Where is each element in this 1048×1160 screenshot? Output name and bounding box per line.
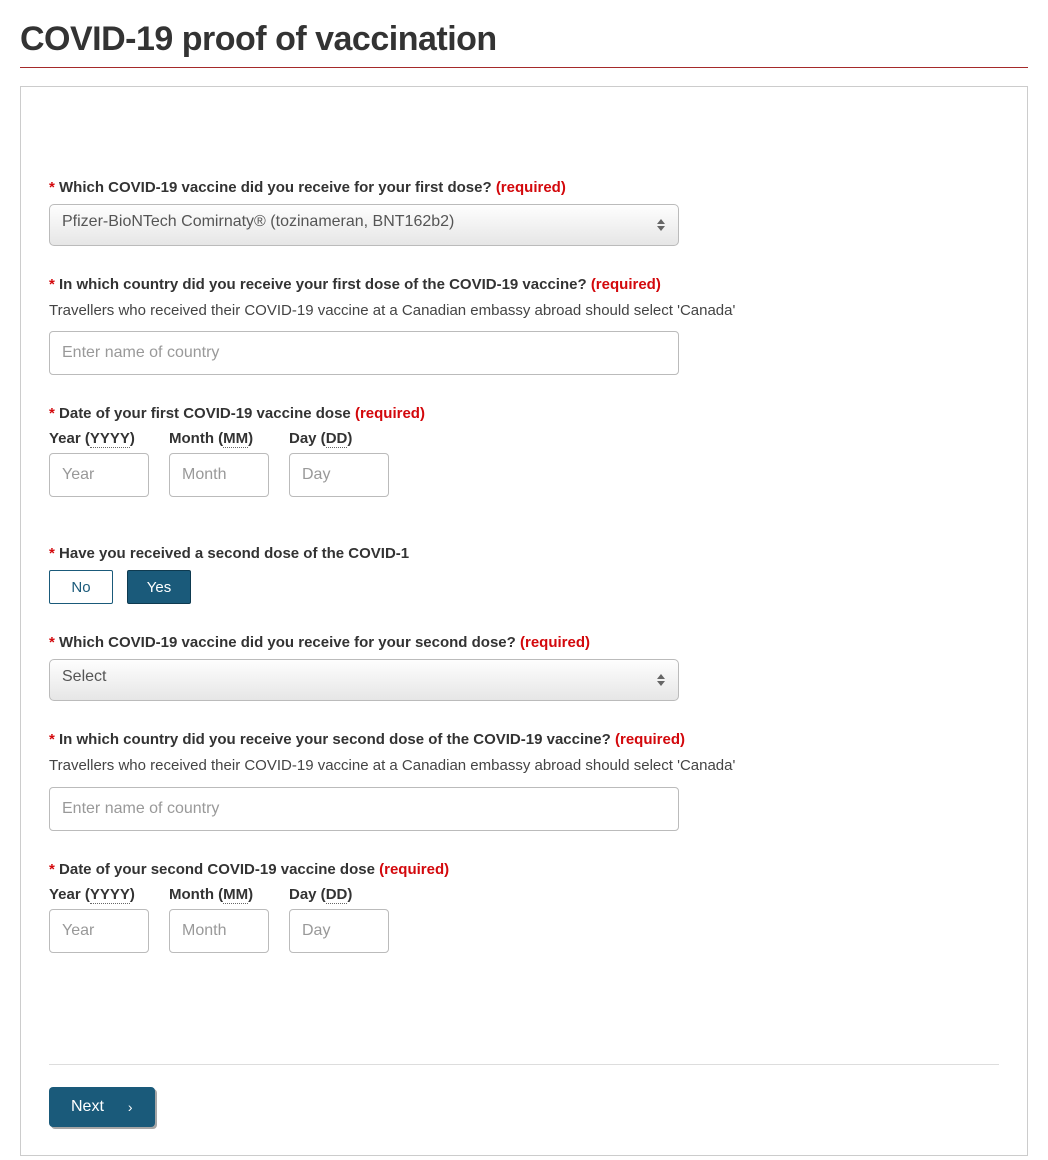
label-text: Date of your first COVID-19 vaccine dose: [59, 405, 351, 422]
dose1-country-label: * In which country did you receive your …: [49, 274, 999, 295]
dose2-yes-button[interactable]: Yes: [127, 570, 191, 604]
dose2-country-group: * In which country did you receive your …: [49, 729, 999, 830]
dose2-has-buttons: No Yes: [49, 570, 999, 604]
dose2-country-hint: Travellers who received their COVID-19 v…: [49, 756, 999, 776]
dose2-day-label: Day (DD): [289, 886, 389, 903]
dose1-country-group: * In which country did you receive your …: [49, 274, 999, 375]
dose1-day-label: Day (DD): [289, 430, 389, 447]
required-star: *: [49, 861, 55, 878]
dose1-month-input[interactable]: [169, 453, 269, 497]
chevron-right-icon: ›: [128, 1099, 133, 1115]
dose2-year-input[interactable]: [49, 909, 149, 953]
required-text: (required): [520, 634, 590, 651]
dose2-month-input[interactable]: [169, 909, 269, 953]
form-panel: * Which COVID-19 vaccine did you receive…: [20, 86, 1028, 1156]
dose2-day-col: Day (DD): [289, 886, 389, 953]
required-text: (required): [496, 179, 566, 196]
next-button-label: Next: [71, 1098, 104, 1116]
required-text: (required): [591, 276, 661, 293]
required-star: *: [49, 405, 55, 422]
dose2-day-input[interactable]: [289, 909, 389, 953]
dose1-year-col: Year (YYYY): [49, 430, 149, 497]
dose2-date-label: * Date of your second COVID-19 vaccine d…: [49, 859, 999, 880]
dose1-country-input[interactable]: [49, 331, 679, 375]
label-text: Which COVID-19 vaccine did you receive f…: [59, 634, 516, 651]
dose2-vaccine-select-wrapper: Select: [49, 659, 679, 701]
dose1-date-group: * Date of your first COVID-19 vaccine do…: [49, 403, 999, 497]
required-star: *: [49, 634, 55, 651]
dose2-no-button[interactable]: No: [49, 570, 113, 604]
dose2-vaccine-label: * Which COVID-19 vaccine did you receive…: [49, 632, 999, 653]
page-title: COVID-19 proof of vaccination: [20, 20, 1028, 59]
required-text: (required): [379, 861, 449, 878]
label-text: In which country did you receive your fi…: [59, 276, 587, 293]
required-star: *: [49, 545, 55, 562]
dose1-vaccine-select[interactable]: Pfizer-BioNTech Comirnaty® (tozinameran,…: [49, 204, 679, 246]
dose1-vaccine-label: * Which COVID-19 vaccine did you receive…: [49, 177, 999, 198]
dose1-date-label: * Date of your first COVID-19 vaccine do…: [49, 403, 999, 424]
dose2-year-col: Year (YYYY): [49, 886, 149, 953]
select-caret-icon: [657, 673, 667, 687]
dose2-country-label: * In which country did you receive your …: [49, 729, 999, 750]
dose1-country-hint: Travellers who received their COVID-19 v…: [49, 301, 999, 321]
dose2-vaccine-group: * Which COVID-19 vaccine did you receive…: [49, 632, 999, 701]
dose1-day-col: Day (DD): [289, 430, 389, 497]
required-text: (required): [615, 731, 685, 748]
dose1-vaccine-select-wrapper: Pfizer-BioNTech Comirnaty® (tozinameran,…: [49, 204, 679, 246]
required-star: *: [49, 731, 55, 748]
required-text: (required): [355, 405, 425, 422]
dose1-month-label: Month (MM): [169, 430, 269, 447]
dose2-date-group: * Date of your second COVID-19 vaccine d…: [49, 859, 999, 953]
label-text: Have you received a second dose of the C…: [59, 545, 409, 562]
dose2-date-row: Year (YYYY) Month (MM) Day (DD): [49, 886, 999, 953]
select-caret-icon: [657, 218, 667, 232]
dose1-date-row: Year (YYYY) Month (MM) Day (DD): [49, 430, 999, 497]
label-text: Which COVID-19 vaccine did you receive f…: [59, 179, 492, 196]
next-button[interactable]: Next ›: [49, 1087, 155, 1127]
required-star: *: [49, 276, 55, 293]
dose2-month-col: Month (MM): [169, 886, 269, 953]
footer-divider: [49, 1064, 999, 1065]
required-star: *: [49, 179, 55, 196]
dose1-day-input[interactable]: [289, 453, 389, 497]
dose2-month-label: Month (MM): [169, 886, 269, 903]
dose2-has-label: * Have you received a second dose of the…: [49, 543, 999, 564]
dose1-vaccine-group: * Which COVID-19 vaccine did you receive…: [49, 177, 999, 246]
title-divider: [20, 67, 1028, 68]
dose1-month-col: Month (MM): [169, 430, 269, 497]
dose1-year-input[interactable]: [49, 453, 149, 497]
dose2-vaccine-select[interactable]: Select: [49, 659, 679, 701]
form-footer: Next ›: [49, 1024, 999, 1127]
dose2-country-input[interactable]: [49, 787, 679, 831]
dose2-year-label: Year (YYYY): [49, 886, 149, 903]
dose1-year-label: Year (YYYY): [49, 430, 149, 447]
label-text: Date of your second COVID-19 vaccine dos…: [59, 861, 375, 878]
dose2-has-group: * Have you received a second dose of the…: [49, 543, 999, 604]
label-text: In which country did you receive your se…: [59, 731, 611, 748]
